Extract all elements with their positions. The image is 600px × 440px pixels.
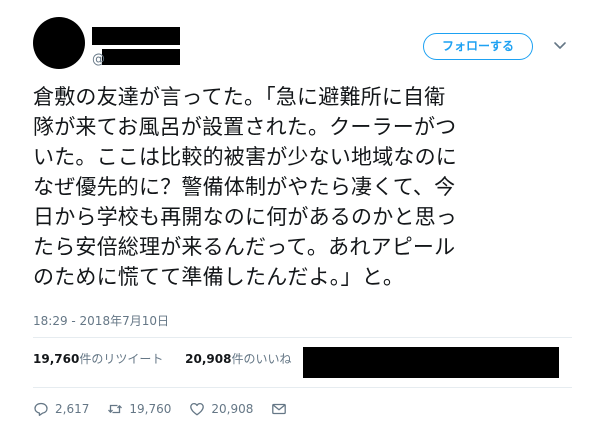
like-count: 20,908 xyxy=(211,402,254,416)
retweet-stat-label: 件のリツイート xyxy=(79,352,164,366)
action-bar: 2,617 19,760 20,908 xyxy=(33,400,311,418)
retweet-button[interactable]: 19,760 xyxy=(107,401,171,417)
tweet-line: なぜ優先的に？警備体制がやたら凄くて、今 xyxy=(33,175,456,199)
retweet-stat-count: 19,760 xyxy=(33,352,80,366)
tweet-stats: 19,760件のリツイート 20,908件のいいね xyxy=(33,350,309,367)
retweet-icon xyxy=(108,404,123,414)
likers-avatars-redaction xyxy=(303,347,559,378)
tweet-text: 倉敷の友達が言ってた。「急に避難所に自衛 隊が来てお風呂が設置された。クーラーが… xyxy=(33,82,578,292)
divider xyxy=(33,387,572,388)
tweet-line: たら安倍総理が来るんだって。あれアピール xyxy=(33,235,456,259)
divider xyxy=(33,337,572,338)
chevron-down-icon[interactable] xyxy=(552,37,568,53)
heart-icon xyxy=(190,402,205,416)
tweet-line: 日から学校も再開なのに何があるのかと思っ xyxy=(33,205,457,229)
tweet-timestamp[interactable]: 18:29 - 2018年7月10日 xyxy=(33,312,169,329)
retweet-count: 19,760 xyxy=(129,402,172,416)
message-button[interactable] xyxy=(271,401,293,417)
display-name-redaction xyxy=(92,27,180,45)
handle-prefix: @ xyxy=(92,52,105,67)
avatar[interactable] xyxy=(33,17,85,69)
handle-redaction xyxy=(102,49,180,65)
tweet-line: のために慌てて準備したんだよ。」と。 xyxy=(33,265,405,289)
envelope-icon xyxy=(272,403,287,415)
follow-button[interactable]: フォローする xyxy=(423,33,533,60)
like-stat-label: 件のいいね xyxy=(231,352,292,366)
reply-icon xyxy=(34,402,48,416)
tweet-line: いた。ここは比較的被害が少ない地域なのに xyxy=(33,145,457,169)
reply-count: 2,617 xyxy=(55,402,90,416)
tweet-line: 隊が来てお風呂が設置された。クーラーがつ xyxy=(33,115,457,139)
retweet-stat[interactable]: 19,760件のリツイート xyxy=(33,352,163,366)
like-stat-count: 20,908 xyxy=(185,352,232,366)
like-button[interactable]: 20,908 xyxy=(189,401,253,417)
reply-button[interactable]: 2,617 xyxy=(33,401,89,417)
tweet-line: 倉敷の友達が言ってた。「急に避難所に自衛 xyxy=(33,85,446,109)
like-stat[interactable]: 20,908件のいいね xyxy=(185,352,291,366)
